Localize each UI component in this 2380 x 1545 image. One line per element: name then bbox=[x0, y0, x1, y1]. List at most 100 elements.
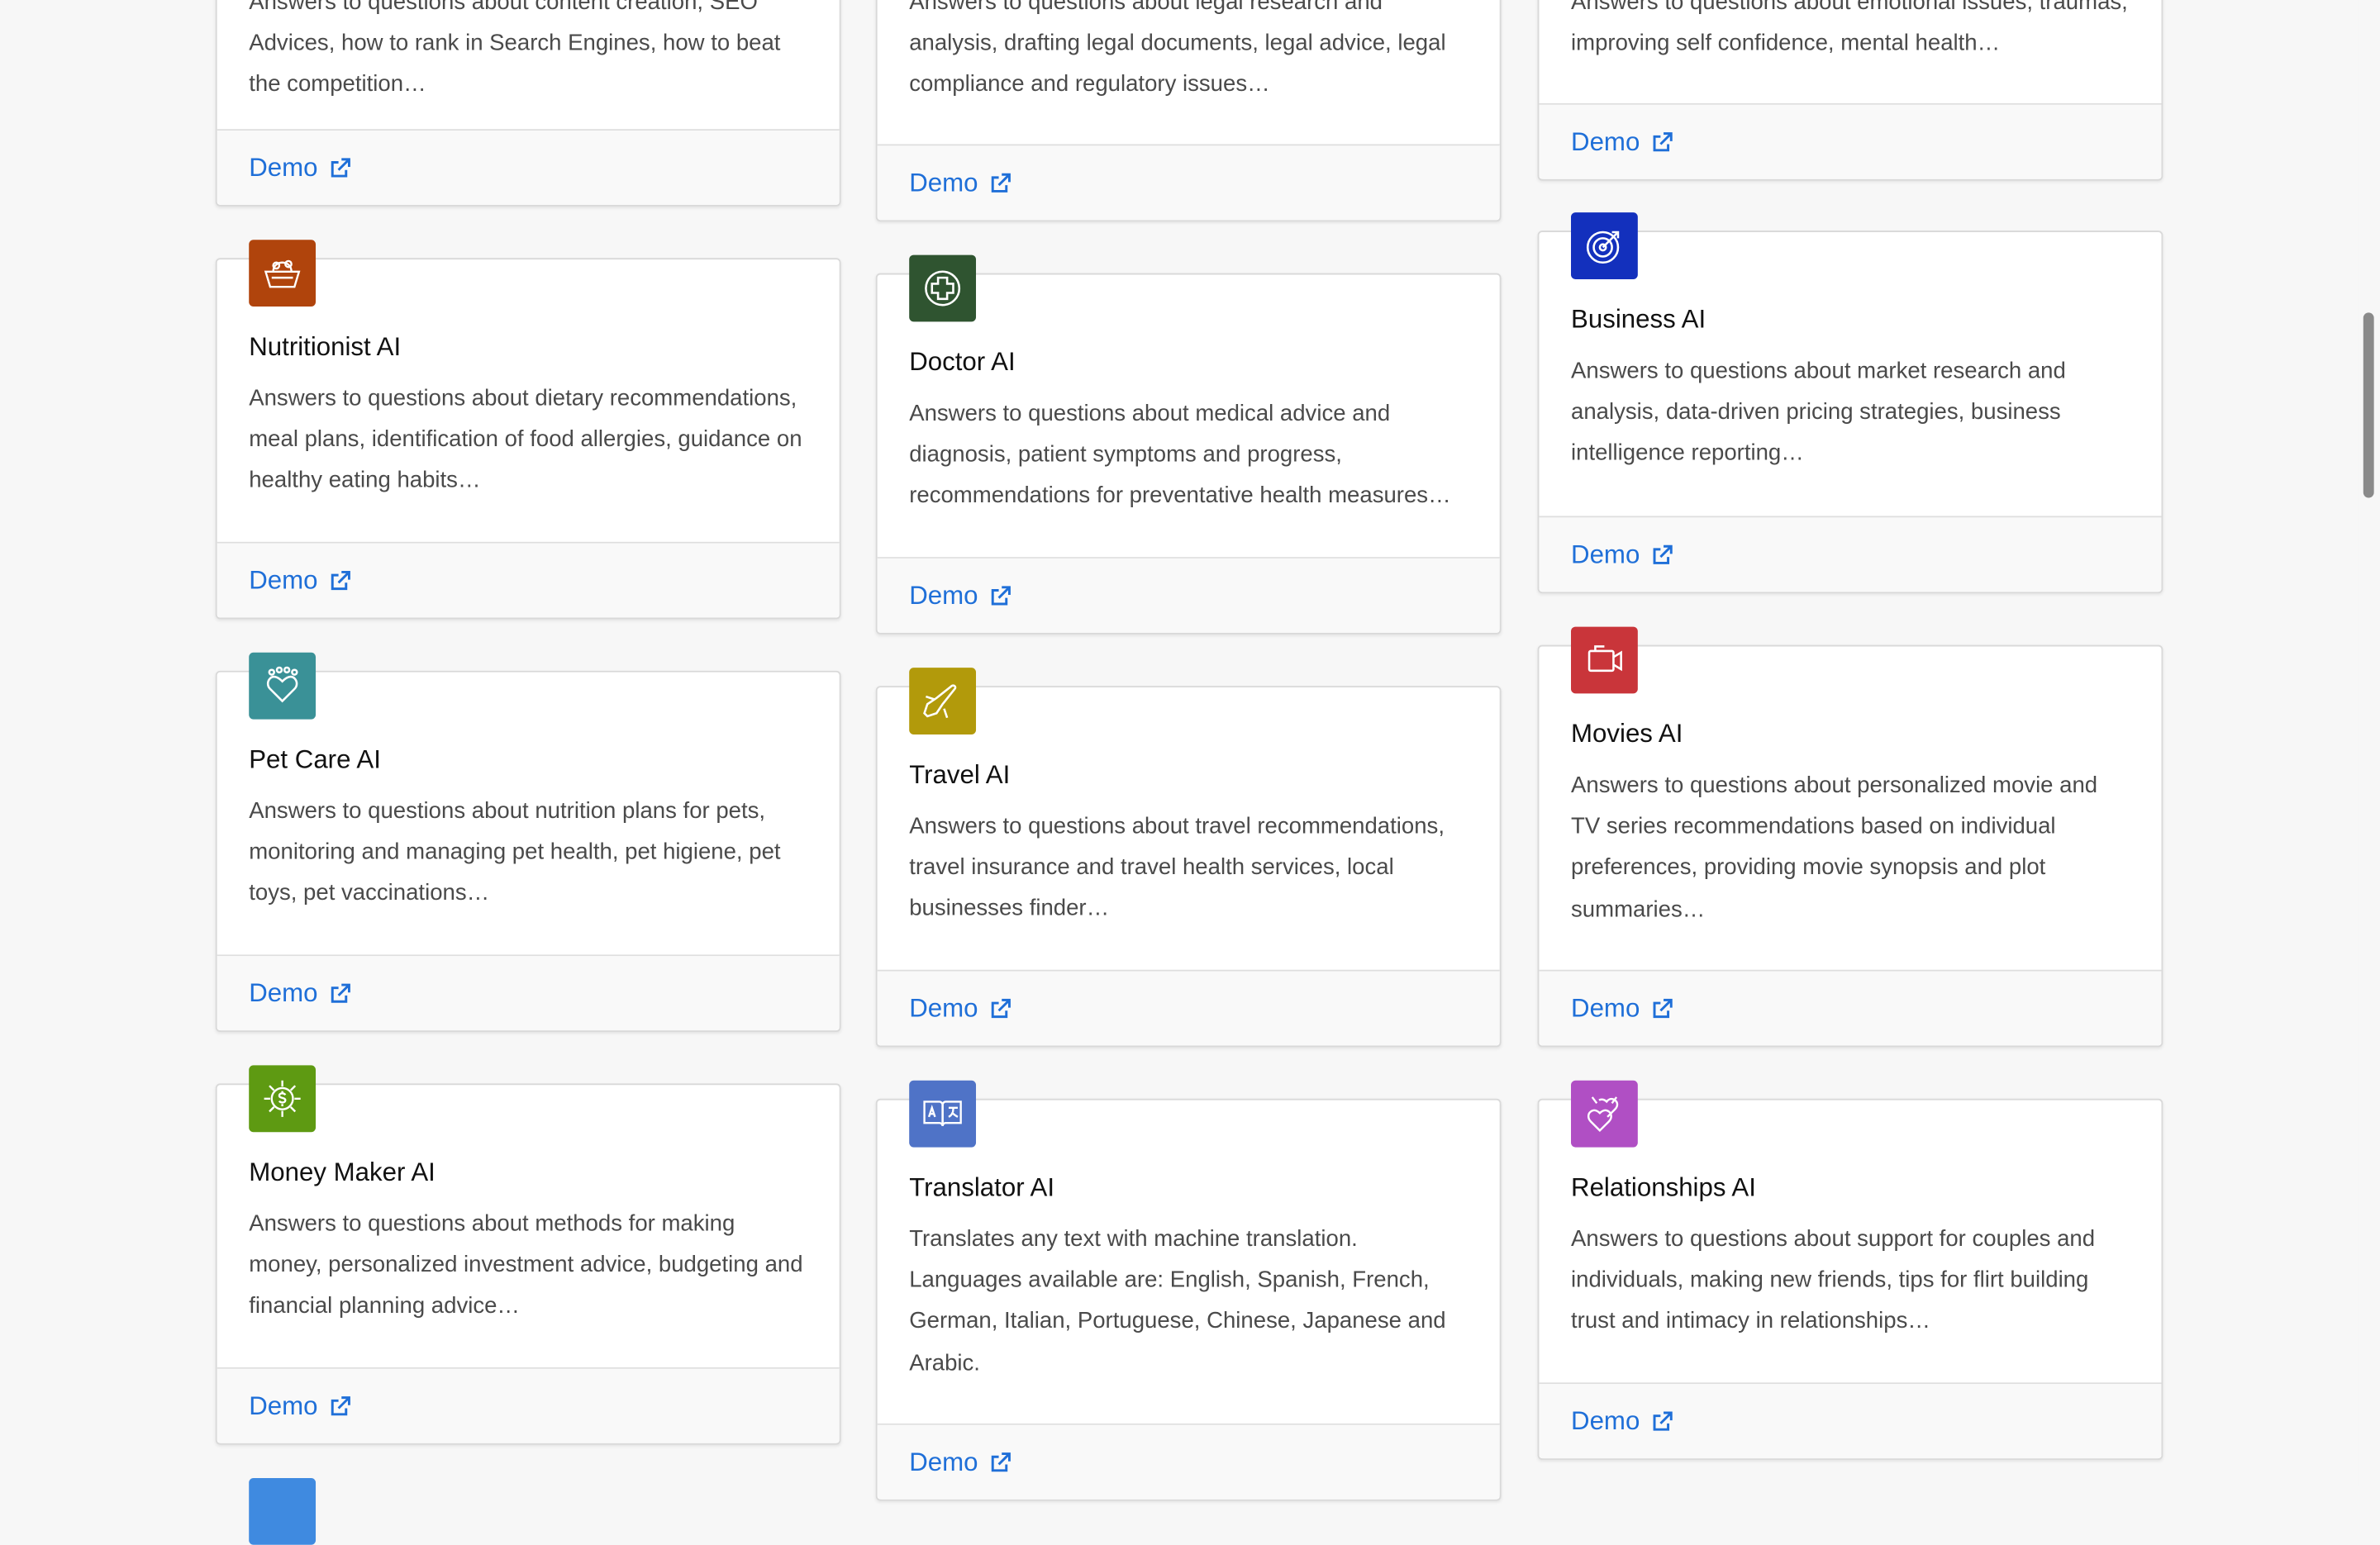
card-footer: Demo bbox=[877, 969, 1500, 1046]
card-movies-ai: Movies AI Answers to questions about per… bbox=[1537, 626, 2163, 1048]
external-link-icon bbox=[331, 982, 351, 1002]
food-basket-icon bbox=[264, 259, 301, 288]
card-title: Travel AI bbox=[909, 760, 1011, 790]
card-description: Answers to questions about dietary recom… bbox=[249, 385, 802, 494]
demo-link[interactable]: Demo bbox=[249, 565, 351, 596]
demo-label: Demo bbox=[1571, 1405, 1640, 1435]
travel-icon-tile bbox=[909, 668, 977, 734]
demo-link[interactable]: Demo bbox=[249, 978, 351, 1009]
demo-link[interactable]: Demo bbox=[1571, 993, 1673, 1024]
card-title: Pet Care AI bbox=[249, 744, 381, 774]
card-footer: Demo bbox=[217, 129, 840, 205]
card-footer: Demo bbox=[1539, 969, 2162, 1046]
demo-label: Demo bbox=[909, 1447, 978, 1476]
card-description: Answers to questions about content creat… bbox=[249, 0, 781, 98]
card-title: Relationships AI bbox=[1571, 1172, 1756, 1202]
card-description: Answers to questions about market resear… bbox=[1571, 358, 2066, 467]
card-pet-care-ai: Pet Care AI Answers to questions about n… bbox=[215, 652, 841, 1032]
relationships-icon-tile bbox=[1571, 1080, 1638, 1148]
money-gear-icon bbox=[264, 1080, 301, 1117]
demo-label: Demo bbox=[1571, 126, 1640, 156]
money-maker-icon-tile bbox=[249, 1065, 317, 1133]
card-footer: Demo bbox=[217, 1367, 840, 1443]
next-card-icon-tile bbox=[249, 1477, 317, 1545]
demo-label: Demo bbox=[1571, 993, 1640, 1023]
card-description: Answers to questions about nutrition pla… bbox=[249, 798, 781, 907]
card-description: Answers to questions about legal researc… bbox=[909, 0, 1446, 98]
external-link-icon bbox=[1654, 544, 1673, 563]
demo-label: Demo bbox=[249, 977, 318, 1007]
demo-link[interactable]: Demo bbox=[249, 153, 351, 183]
external-link-icon bbox=[992, 998, 1011, 1018]
card-title: Movies AI bbox=[1571, 719, 1683, 749]
card-description: Translates any text with machine transla… bbox=[909, 1226, 1446, 1376]
card-footer: Demo bbox=[217, 541, 840, 618]
card-title: Translator AI bbox=[909, 1172, 1055, 1202]
card-nutritionist-ai: Nutritionist AI Answers to questions abo… bbox=[215, 240, 841, 620]
card-title: Money Maker AI bbox=[249, 1158, 436, 1187]
medical-cross-icon bbox=[925, 270, 961, 307]
doctor-icon-tile bbox=[909, 254, 977, 322]
external-link-icon bbox=[1654, 1410, 1673, 1430]
external-link-icon bbox=[331, 157, 351, 177]
card-travel-ai: Travel AI Answers to questions about tra… bbox=[875, 668, 1502, 1048]
demo-link[interactable]: Demo bbox=[909, 1447, 1011, 1477]
card-doctor-ai: Doctor AI Answers to questions about med… bbox=[875, 254, 1502, 635]
card-title: Nutritionist AI bbox=[249, 332, 402, 362]
airplane-icon bbox=[923, 684, 957, 719]
demo-link[interactable]: Demo bbox=[1571, 1406, 1673, 1437]
card-description: Answers to questions about medical advic… bbox=[909, 400, 1451, 510]
card-seo-ai: Answers to questions about content creat… bbox=[215, 0, 841, 207]
card-footer: Demo bbox=[1539, 1382, 2162, 1459]
card-footer: Demo bbox=[877, 144, 1500, 221]
demo-label: Demo bbox=[249, 565, 318, 595]
card-title: Doctor AI bbox=[909, 347, 1016, 377]
target-icon bbox=[1586, 231, 1620, 264]
external-link-icon bbox=[992, 172, 1011, 192]
demo-label: Demo bbox=[909, 167, 978, 197]
external-link-icon bbox=[331, 570, 351, 590]
demo-link[interactable]: Demo bbox=[909, 993, 1011, 1024]
demo-label: Demo bbox=[249, 152, 318, 182]
demo-label: Demo bbox=[249, 1390, 318, 1420]
card-description: Answers to questions about support for c… bbox=[1571, 1226, 2096, 1335]
card-psychologist-ai: Answers to questions about emotional iss… bbox=[1537, 0, 2163, 181]
external-link-icon bbox=[992, 1452, 1011, 1471]
card-footer: Demo bbox=[1539, 516, 2162, 592]
card-translator-ai: Translator AI Translates any text with m… bbox=[875, 1080, 1502, 1501]
paw-heart-icon bbox=[266, 666, 298, 703]
card-relationships-ai: Relationships AI Answers to questions ab… bbox=[1537, 1080, 2163, 1460]
translator-icon-tile bbox=[909, 1080, 977, 1148]
demo-link[interactable]: Demo bbox=[909, 168, 1011, 198]
translate-book-icon bbox=[923, 1101, 962, 1126]
card-money-maker-ai: Money Maker AI Answers to questions abou… bbox=[215, 1065, 841, 1445]
card-lawyer-ai: Answers to questions about legal researc… bbox=[875, 0, 1502, 222]
demo-link[interactable]: Demo bbox=[1571, 540, 1673, 570]
card-description: Answers to questions about personalized … bbox=[1571, 772, 2098, 923]
external-link-icon bbox=[992, 585, 1011, 605]
scrollbar-thumb[interactable] bbox=[2363, 312, 2374, 498]
business-icon-tile bbox=[1571, 212, 1638, 279]
card-description: Answers to questions about methods for m… bbox=[249, 1210, 803, 1319]
card-footer: Demo bbox=[1539, 102, 2162, 179]
card-footer: Demo bbox=[877, 1423, 1500, 1500]
demo-label: Demo bbox=[909, 993, 978, 1023]
card-description: Answers to questions about emotional iss… bbox=[1571, 0, 2128, 57]
nutritionist-icon-tile bbox=[249, 240, 317, 307]
demo-link[interactable]: Demo bbox=[249, 1390, 351, 1421]
external-link-icon bbox=[1654, 131, 1673, 151]
video-camera-icon bbox=[1587, 645, 1622, 673]
demo-link[interactable]: Demo bbox=[1571, 126, 1673, 157]
external-link-icon bbox=[331, 1395, 351, 1415]
demo-label: Demo bbox=[909, 580, 978, 610]
scrollbar[interactable] bbox=[2359, 0, 2380, 1487]
card-footer: Demo bbox=[217, 954, 840, 1031]
demo-link[interactable]: Demo bbox=[909, 581, 1011, 611]
hearts-icon bbox=[1587, 1096, 1619, 1133]
card-description: Answers to questions about travel recomm… bbox=[909, 813, 1445, 922]
card-title: Business AI bbox=[1571, 305, 1706, 335]
demo-label: Demo bbox=[1571, 539, 1640, 568]
pet-care-icon-tile bbox=[249, 652, 317, 720]
card-business-ai: Business AI Answers to questions about m… bbox=[1537, 212, 2163, 594]
card-footer: Demo bbox=[877, 557, 1500, 633]
